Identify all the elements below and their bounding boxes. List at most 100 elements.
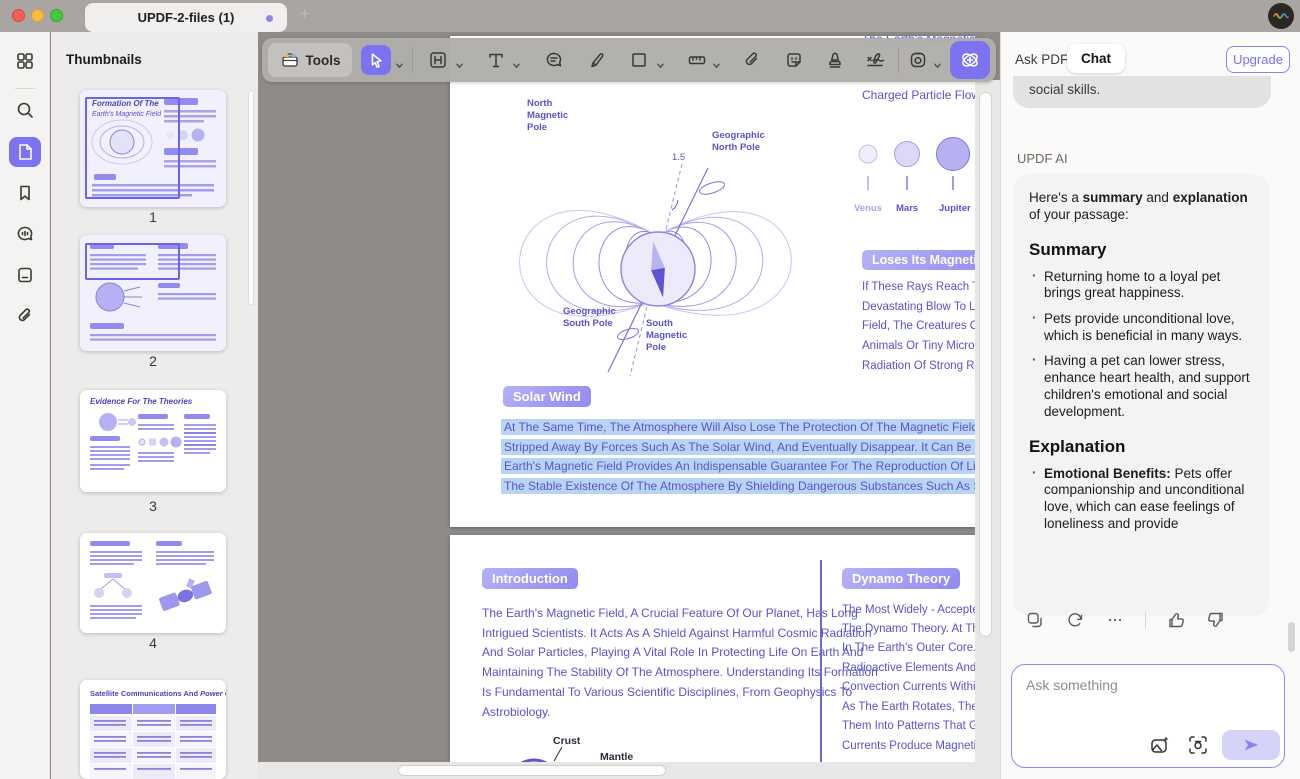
horizontal-scroll-track[interactable] — [258, 762, 1000, 779]
stamp-tool-icon — [825, 50, 845, 70]
thumbs-up-icon[interactable] — [1166, 610, 1186, 630]
thumbs-down-icon[interactable] — [1206, 610, 1226, 630]
column-divider — [820, 560, 822, 765]
tools-label: Tools — [306, 53, 341, 68]
text-tool-dropdown[interactable] — [512, 56, 521, 63]
rail-divider — [15, 88, 35, 89]
pdf-page-1[interactable]: The Earth's Magnetic Field I Charged Par… — [450, 36, 975, 527]
stamp-tool-button[interactable] — [820, 45, 850, 75]
loses-magnetic-badge: Loses Its Magnetic Fi — [862, 250, 975, 270]
select-tool-dropdown[interactable] — [395, 56, 404, 63]
attach-tool-button[interactable] — [737, 45, 767, 75]
thumbnail-page-5[interactable]: Satellite Communications And Power Grids — [80, 680, 226, 779]
header-footer-tool-button[interactable] — [423, 45, 453, 75]
minimize-window-button[interactable] — [31, 9, 44, 22]
summary-bullet: Pets provide unconditional love, which i… — [1029, 311, 1253, 344]
comment-tool-button[interactable] — [539, 45, 569, 75]
shape-tool-button[interactable] — [624, 45, 654, 75]
doc-text: Animals Or Tiny Microorgan — [862, 340, 975, 352]
titlebar: UPDF-2-files (1) + — [0, 0, 1300, 32]
previous-message-bubble: social skills. — [1013, 76, 1271, 108]
thumbnail-page-1[interactable]: Formation Of The Earth's Magnetic Field — [80, 90, 226, 207]
comment-tool-icon — [544, 50, 564, 70]
cursor-icon — [367, 51, 385, 69]
viewport-rect — [85, 243, 180, 280]
chat-scrollbar-thumb[interactable] — [1288, 622, 1295, 652]
pdf-viewer: The Earth's Magnetic Field I Charged Par… — [258, 32, 1000, 779]
vertical-scroll-thumb[interactable] — [979, 92, 992, 637]
horizontal-scroll-thumb[interactable] — [398, 765, 666, 776]
highlighted-text: The Stable Existence Of The Atmosphere B… — [501, 478, 975, 494]
copy-icon[interactable] — [1025, 610, 1045, 630]
search-icon — [15, 100, 35, 120]
send-button[interactable] — [1222, 730, 1280, 760]
regenerate-icon[interactable] — [1065, 610, 1085, 630]
document-tab-title: UPDF-2-files (1) — [138, 10, 235, 25]
apps-grid-button[interactable] — [9, 46, 41, 76]
pdf-page-2[interactable]: Introduction The Earth's Magnetic Field,… — [450, 535, 975, 765]
measure-tool-dropdown[interactable] — [712, 56, 721, 63]
ai-sender-label: UPDF AI — [1017, 151, 1068, 166]
doc-text: Currents Produce Magnetic Fields — [842, 740, 975, 752]
doc-text: Astrobiology. — [482, 705, 550, 719]
doc-text: Them Into Patterns That Generat — [842, 720, 975, 732]
planet-label-venus: Venus — [854, 203, 882, 214]
paperclip-panel-button[interactable] — [9, 301, 41, 331]
thumbnails-panel-button[interactable] — [9, 137, 41, 167]
thumbnail-page-3[interactable]: Evidence For The Theories — [80, 390, 226, 492]
new-tab-button[interactable]: + — [300, 4, 310, 24]
image-ai-button[interactable] — [1148, 733, 1172, 757]
highlighted-text: Earth's Magnetic Field Provides An Indis… — [501, 458, 975, 474]
thumbnail-preview — [80, 533, 226, 633]
more-icon[interactable] — [1105, 610, 1125, 630]
highlighter-tool-button[interactable] — [582, 45, 612, 75]
tools-button[interactable]: Tools — [268, 43, 352, 77]
upgrade-button[interactable]: Upgrade — [1226, 46, 1290, 73]
select-tool-button[interactable] — [361, 45, 391, 75]
thumbnail-preview: Evidence For The Theories — [80, 390, 226, 492]
thumbnails-scrollbar[interactable] — [248, 90, 254, 305]
doc-text-highlighted: The Stable Existence Of The Atmosphere B… — [501, 479, 975, 493]
vertical-scroll-track[interactable] — [975, 80, 1000, 762]
tab-chat[interactable]: Chat — [1067, 44, 1125, 73]
header-tool-dropdown[interactable] — [455, 56, 464, 63]
document-tab[interactable]: UPDF-2-files (1) — [85, 3, 287, 32]
shape-tool-icon — [629, 50, 649, 70]
shape-tool-dropdown[interactable] — [656, 56, 665, 63]
search-button[interactable] — [9, 95, 41, 125]
svg-text:Satellite Communications And P: Satellite Communications And Power Grids — [90, 689, 226, 698]
attachments-page-button[interactable] — [9, 260, 41, 290]
thumbnail-page-4[interactable] — [80, 533, 226, 633]
toolbox-icon — [280, 50, 300, 70]
close-window-button[interactable] — [12, 9, 25, 22]
intro-part: Here's a — [1029, 190, 1083, 205]
doc-text: Radioactive Elements And Resid — [842, 662, 975, 674]
thumbnail-page-2[interactable] — [80, 235, 226, 351]
user-avatar[interactable] — [1268, 3, 1294, 29]
sticker-tool-button[interactable] — [779, 45, 809, 75]
zoom-window-button[interactable] — [50, 9, 63, 22]
thumbnail-page-number: 4 — [51, 635, 255, 651]
measure-tool-button[interactable] — [682, 45, 712, 75]
screenshot-button[interactable] — [1186, 733, 1210, 757]
actions-divider — [1145, 612, 1146, 628]
capture-tool-dropdown[interactable] — [933, 56, 942, 63]
ask-input[interactable] — [1016, 669, 1276, 725]
toolbar-divider — [898, 47, 899, 73]
summary-bullet-list: Returning home to a loyal pet brings gre… — [1029, 269, 1253, 421]
comments-panel-button[interactable] — [9, 219, 41, 249]
rainbow-wave-icon — [1272, 7, 1290, 25]
doc-text: The Earth's Magnetic Field, A Crucial Fe… — [482, 606, 858, 620]
tab-ask-pdf[interactable]: Ask PDF — [1015, 52, 1068, 67]
thumbnails-panel: Thumbnails Formation Of The Earth's Magn… — [51, 32, 258, 779]
bookmark-icon — [15, 183, 35, 203]
capture-tool-button[interactable] — [903, 45, 933, 75]
signature-tool-button[interactable] — [861, 45, 891, 75]
doc-text: Maintaining The Stability Of The Atmosph… — [482, 665, 878, 679]
text-tool-button[interactable] — [481, 45, 511, 75]
doc-text: Devastating Blow To Life O — [862, 301, 975, 313]
introduction-badge: Introduction — [482, 568, 578, 589]
label-text: North Magnetic Pole — [527, 98, 587, 134]
bookmarks-panel-button[interactable] — [9, 178, 41, 208]
ai-assistant-button[interactable] — [950, 41, 990, 79]
